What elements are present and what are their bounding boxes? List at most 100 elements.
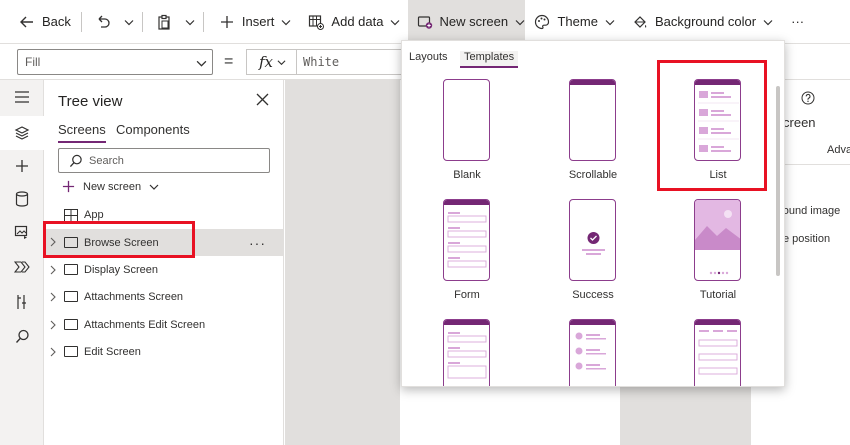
template-row3-2[interactable]: [548, 316, 638, 386]
paste-button[interactable]: [145, 0, 179, 44]
screen-icon: [64, 319, 78, 330]
highlight-box-browse-screen: [43, 221, 195, 258]
fx-label: fx: [259, 53, 274, 71]
search-placeholder: Search: [89, 154, 124, 167]
new-screen-button[interactable]: New screen: [408, 0, 526, 44]
close-icon[interactable]: [256, 93, 270, 107]
function-button[interactable]: fx: [246, 49, 296, 75]
clipboard-icon: [155, 13, 173, 31]
tab-advanced[interactable]: Advan: [827, 144, 850, 156]
undo-button[interactable]: [84, 0, 118, 44]
tree-item-label: App: [84, 209, 104, 221]
chevron-right-icon[interactable]: [49, 347, 59, 357]
new-screen-label: New screen: [439, 14, 509, 29]
scrollable-thumbnail: [569, 79, 616, 161]
help-icon[interactable]: [801, 91, 815, 105]
advanced-tools-icon[interactable]: [12, 292, 32, 312]
more-commands-button[interactable]: ···: [781, 0, 812, 44]
tabs-form-graphic: [698, 330, 738, 375]
background-color-button[interactable]: Background color: [623, 0, 781, 44]
tab-screens[interactable]: Screens: [58, 122, 106, 143]
back-arrow-icon: [18, 13, 36, 31]
template-tutorial[interactable]: Tutorial: [673, 196, 763, 306]
chevron-down-icon: [605, 17, 615, 27]
tree-item-label: Display Screen: [84, 264, 158, 276]
tutorial-thumbnail: [694, 199, 741, 281]
tab-components[interactable]: Components: [116, 122, 190, 141]
tree-view-panel: Tree view Screens Components Search New …: [44, 80, 284, 445]
media-icon[interactable]: [12, 222, 32, 242]
table-add-icon: [307, 13, 325, 31]
checkmark-circle-icon: [582, 232, 605, 255]
formula-input[interactable]: White: [296, 49, 406, 75]
hamburger-menu-icon[interactable]: [12, 87, 32, 107]
tree-view-layers-icon[interactable]: [12, 123, 32, 143]
toolbar-divider: [141, 11, 143, 32]
chevron-right-icon[interactable]: [49, 320, 59, 330]
tutorial-image-graphic: [695, 200, 740, 275]
tree-item-display-screen[interactable]: Display Screen: [44, 257, 284, 283]
plus-icon: [62, 180, 76, 194]
theme-button[interactable]: Theme: [525, 0, 622, 44]
template-label: Success: [572, 289, 614, 301]
template-row3-3[interactable]: [673, 316, 763, 386]
template-label: Tutorial: [699, 289, 737, 301]
chevron-down-icon: [515, 17, 525, 27]
template-thumbnail: [569, 319, 616, 386]
paint-bucket-icon: [631, 13, 649, 31]
back-button[interactable]: Back: [0, 0, 79, 44]
undo-icon: [94, 13, 112, 31]
screen-icon: [64, 264, 78, 275]
chevron-down-icon: [149, 182, 159, 192]
paste-menu-button[interactable]: [179, 0, 201, 44]
tree-item-label: Attachments Screen: [84, 291, 184, 303]
template-row3-1[interactable]: [422, 316, 512, 386]
template-blank[interactable]: Blank: [422, 76, 512, 186]
template-label: Form: [454, 289, 480, 301]
add-data-label: Add data: [331, 14, 384, 29]
tree-item-edit-screen[interactable]: Edit Screen: [44, 339, 284, 365]
toolbar-divider: [202, 11, 204, 32]
dropdown-scrollbar[interactable]: [776, 86, 780, 276]
insert-label: Insert: [241, 14, 275, 29]
undo-menu-button[interactable]: [118, 0, 140, 44]
template-thumbnail: [694, 319, 741, 386]
property-value: Fill: [25, 55, 41, 69]
search-icon: [69, 154, 82, 167]
tab-templates[interactable]: Templates: [460, 51, 519, 68]
thumb-header-bar: [444, 320, 489, 325]
left-rail: [0, 80, 44, 445]
property-dropdown[interactable]: Fill: [17, 49, 213, 75]
tab-layouts[interactable]: Layouts: [405, 51, 452, 66]
chevron-down-icon: [390, 17, 400, 27]
insert-button[interactable]: Insert: [206, 0, 300, 44]
people-list-graphic: [575, 332, 606, 370]
chevron-right-icon[interactable]: [49, 292, 59, 302]
search-input[interactable]: Search: [58, 148, 270, 173]
power-automate-icon[interactable]: [12, 257, 32, 277]
search-icon[interactable]: [12, 326, 32, 346]
tree-item-label: Edit Screen: [84, 346, 141, 358]
plus-icon: [218, 13, 236, 31]
chevron-right-icon[interactable]: [49, 265, 59, 275]
thumb-header-bar: [444, 200, 489, 205]
template-thumbnail: [443, 319, 490, 386]
new-screen-tree-button[interactable]: New screen: [62, 180, 159, 194]
data-cylinder-icon[interactable]: [12, 189, 32, 209]
form-fields-graphic: [447, 212, 487, 268]
tree-item-label: Attachments Edit Screen: [84, 319, 206, 331]
template-form[interactable]: Form: [422, 196, 512, 306]
tree-item-attachments-edit-screen[interactable]: Attachments Edit Screen: [44, 312, 284, 338]
command-bar: Back Insert Add data New screen Theme Ba…: [0, 0, 850, 44]
tree-item-attachments-screen[interactable]: Attachments Screen: [44, 284, 284, 310]
template-label: Blank: [453, 169, 481, 181]
image-position-label: e position: [783, 233, 831, 245]
form-thumbnail: [443, 199, 490, 281]
insert-plus-icon[interactable]: [12, 156, 32, 176]
template-scrollable[interactable]: Scrollable: [548, 76, 638, 186]
template-success[interactable]: Success: [548, 196, 638, 306]
add-data-button[interactable]: Add data: [299, 0, 408, 44]
more-options-icon[interactable]: ···: [249, 235, 266, 251]
tree-view-title: Tree view: [58, 93, 123, 110]
chevron-down-icon: [763, 17, 773, 27]
